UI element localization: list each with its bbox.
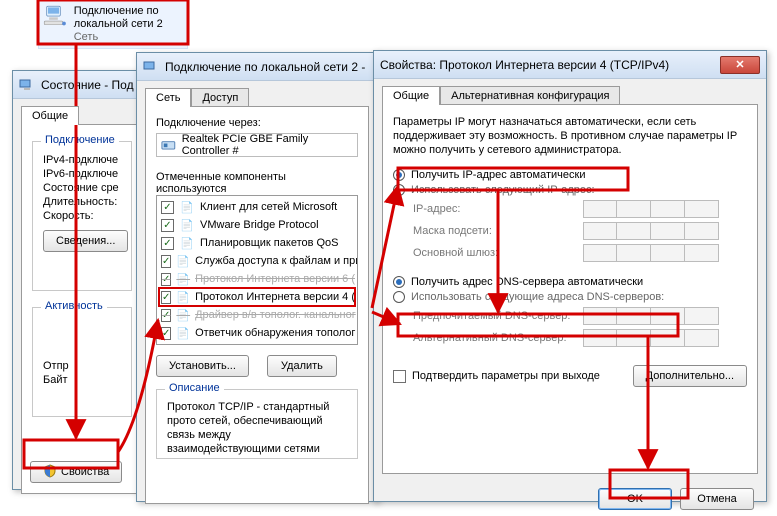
- checkbox-icon[interactable]: ✓: [161, 255, 171, 268]
- group-activity-label: Активность: [41, 300, 107, 312]
- tcpip-title: Свойства: Протокол Интернета версии 4 (T…: [380, 58, 669, 72]
- tab-alt-config[interactable]: Альтернативная конфигурация: [440, 86, 620, 105]
- gateway-field: [583, 244, 719, 262]
- checkbox-icon[interactable]: ✓: [161, 327, 171, 340]
- tcpip-properties-window: Свойства: Протокол Интернета версии 4 (T…: [373, 50, 767, 502]
- component-icon: 📄: [179, 235, 195, 251]
- radio-dns-auto-label: Получить адрес DNS-сервера автоматически: [411, 276, 643, 288]
- tab-network[interactable]: Сеть: [145, 88, 191, 107]
- list-item: ✓📄Драйвер в/в тополог. канальног: [159, 306, 355, 324]
- media-state-label: Состояние сре: [43, 182, 121, 194]
- radio-dns-manual[interactable]: [393, 291, 405, 303]
- adapter-name: Realtek PCIe GBE Family Controller #: [182, 133, 353, 157]
- mask-label: Маска подсети:: [413, 225, 583, 237]
- advanced-button[interactable]: Дополнительно...: [633, 365, 747, 387]
- tcpip-titlebar[interactable]: Свойства: Протокол Интернета версии 4 (T…: [374, 51, 766, 79]
- ipv6-label: IPv6-подключе: [43, 168, 121, 180]
- radio-ip-auto-label: Получить IP-адрес автоматически: [411, 169, 585, 181]
- components-label: Отмеченные компоненты используются: [156, 171, 358, 195]
- mask-field: [583, 222, 719, 240]
- description-title: Описание: [165, 382, 224, 394]
- list-item: ✓📄VMware Bridge Protocol: [159, 216, 355, 234]
- dns2-label: Альтернативный DNS-сервер:: [413, 332, 583, 344]
- component-icon: 📄: [176, 307, 190, 323]
- props-title: Подключение по локальной сети 2 -: [165, 60, 365, 74]
- close-icon: ✕: [735, 58, 744, 71]
- radio-dns-auto[interactable]: [393, 276, 405, 288]
- checkbox-icon[interactable]: ✓: [161, 309, 171, 322]
- intro-text: Параметры IP могут назначаться автоматич…: [393, 115, 747, 157]
- confirm-on-exit-label: Подтвердить параметры при выходе: [412, 370, 600, 382]
- cancel-button[interactable]: Отмена: [680, 488, 754, 510]
- list-item: ✓📄Клиент для сетей Microsoft: [159, 198, 355, 216]
- radio-ip-auto[interactable]: [393, 169, 405, 181]
- dns1-label: Предпочитаемый DNS-сервер:: [413, 310, 583, 322]
- radio-ip-manual[interactable]: [393, 184, 405, 196]
- connection-properties-window: Подключение по локальной сети 2 - Сеть Д…: [136, 52, 378, 502]
- description-text: Протокол TCP/IP - стандартный прото сете…: [167, 400, 347, 456]
- speed-label: Скорость:: [43, 210, 121, 222]
- connection-subtitle: Сеть: [74, 31, 183, 44]
- component-icon: 📄: [176, 289, 190, 305]
- radio-ip-manual-label: Использовать следующий IP-адрес:: [411, 184, 595, 196]
- status-window: Состояние - Под Общие Подключение IPv4-п…: [12, 70, 152, 490]
- list-item: ✓📄Протокол Интернета версии 6 (: [159, 270, 355, 288]
- tab-general[interactable]: Общие: [382, 86, 440, 105]
- close-button[interactable]: ✕: [720, 56, 760, 74]
- radio-dns-manual-label: Использовать следующие адреса DNS-сервер…: [411, 291, 664, 303]
- status-title: Состояние - Под: [41, 78, 134, 92]
- gw-label: Основной шлюз:: [413, 247, 583, 259]
- checkbox-icon[interactable]: ✓: [161, 273, 171, 286]
- nic-icon: [161, 137, 176, 153]
- status-titlebar[interactable]: Состояние - Под: [13, 71, 151, 99]
- component-icon: 📄: [176, 271, 190, 287]
- ok-button[interactable]: OK: [598, 488, 672, 510]
- dns1-field: [583, 307, 719, 325]
- window-icon: [143, 59, 159, 75]
- component-icon: 📄: [176, 325, 190, 341]
- checkbox-icon[interactable]: ✓: [161, 219, 174, 232]
- list-item: ✓📄Ответчик обнаружения тополог: [159, 324, 355, 342]
- duration-label: Длительность:: [43, 196, 121, 208]
- list-item: ✓📄Планировщик пакетов QoS: [159, 234, 355, 252]
- props-titlebar[interactable]: Подключение по локальной сети 2 -: [137, 53, 377, 81]
- ip-field: [583, 200, 719, 218]
- tab-general[interactable]: Общие: [21, 106, 79, 125]
- dns2-field: [583, 329, 719, 347]
- tab-access[interactable]: Доступ: [191, 88, 249, 107]
- adapter-field[interactable]: Realtek PCIe GBE Family Controller #: [156, 133, 358, 157]
- details-button[interactable]: Сведения...: [43, 230, 128, 252]
- connection-title: Подключение по локальной сети 2: [74, 5, 183, 31]
- component-icon: 📄: [179, 217, 195, 233]
- remove-button[interactable]: Удалить: [267, 355, 337, 377]
- install-button[interactable]: Установить...: [156, 355, 249, 377]
- component-icon: 📄: [179, 199, 195, 215]
- window-icon: [19, 77, 35, 93]
- shield-icon: [43, 464, 57, 481]
- components-list[interactable]: ✓📄Клиент для сетей Microsoft ✓📄VMware Br…: [156, 195, 358, 345]
- network-adapter-icon: [43, 5, 68, 41]
- ipv4-label: IPv4-подключе: [43, 154, 121, 166]
- checkbox-icon[interactable]: ✓: [161, 291, 171, 304]
- checkbox-icon[interactable]: ✓: [161, 201, 174, 214]
- sent-label: Отпр: [43, 360, 121, 372]
- ip-label: IP-адрес:: [413, 203, 583, 215]
- group-connection-label: Подключение: [41, 134, 119, 146]
- list-item: ✓📄Служба доступа к файлам и при: [159, 252, 355, 270]
- properties-button[interactable]: Свойства: [30, 461, 122, 483]
- bytes-label: Байт: [43, 374, 121, 386]
- connect-via-label: Подключение через:: [156, 117, 358, 129]
- confirm-on-exit-checkbox[interactable]: [393, 370, 406, 383]
- list-item-tcpip4: ✓📄Протокол Интернета версии 4 (: [159, 288, 355, 306]
- component-icon: 📄: [176, 253, 190, 269]
- checkbox-icon[interactable]: ✓: [161, 237, 174, 250]
- network-connection-item[interactable]: Подключение по локальной сети 2 Сеть: [38, 0, 188, 49]
